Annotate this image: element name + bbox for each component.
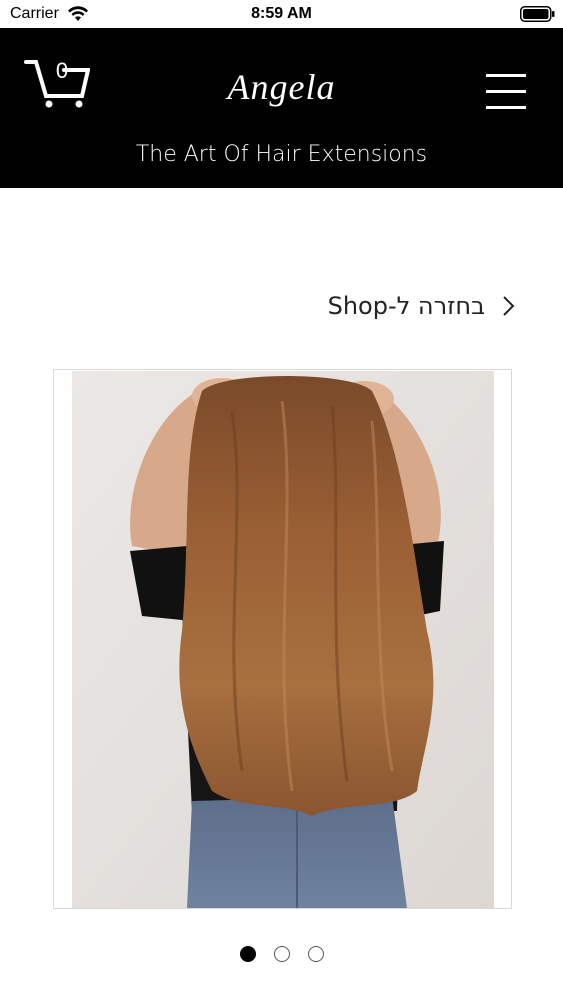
tagline: The Art Of Hair Extensions <box>135 142 428 167</box>
status-time: 8:59 AM <box>251 5 312 22</box>
site-header: 0 Angela The Art Of Hair Extensions <box>0 28 563 188</box>
brand-logo[interactable]: Angela <box>0 66 563 108</box>
chevron-right-icon <box>503 296 515 316</box>
carousel-dot-3[interactable] <box>307 946 324 962</box>
product-photo[interactable] <box>72 371 494 908</box>
carousel-dots <box>0 946 563 962</box>
battery-icon <box>520 6 555 22</box>
carousel-dot-1[interactable] <box>239 946 256 962</box>
status-bar: Carrier 8:59 AM <box>0 0 563 28</box>
back-to-shop-label: בחזרה ל-Shop <box>327 292 485 320</box>
back-to-shop-link[interactable]: בחזרה ל-Shop <box>328 292 517 320</box>
menu-icon[interactable] <box>486 72 526 110</box>
product-image-frame[interactable] <box>53 369 512 909</box>
carousel-dot-2[interactable] <box>273 946 290 962</box>
